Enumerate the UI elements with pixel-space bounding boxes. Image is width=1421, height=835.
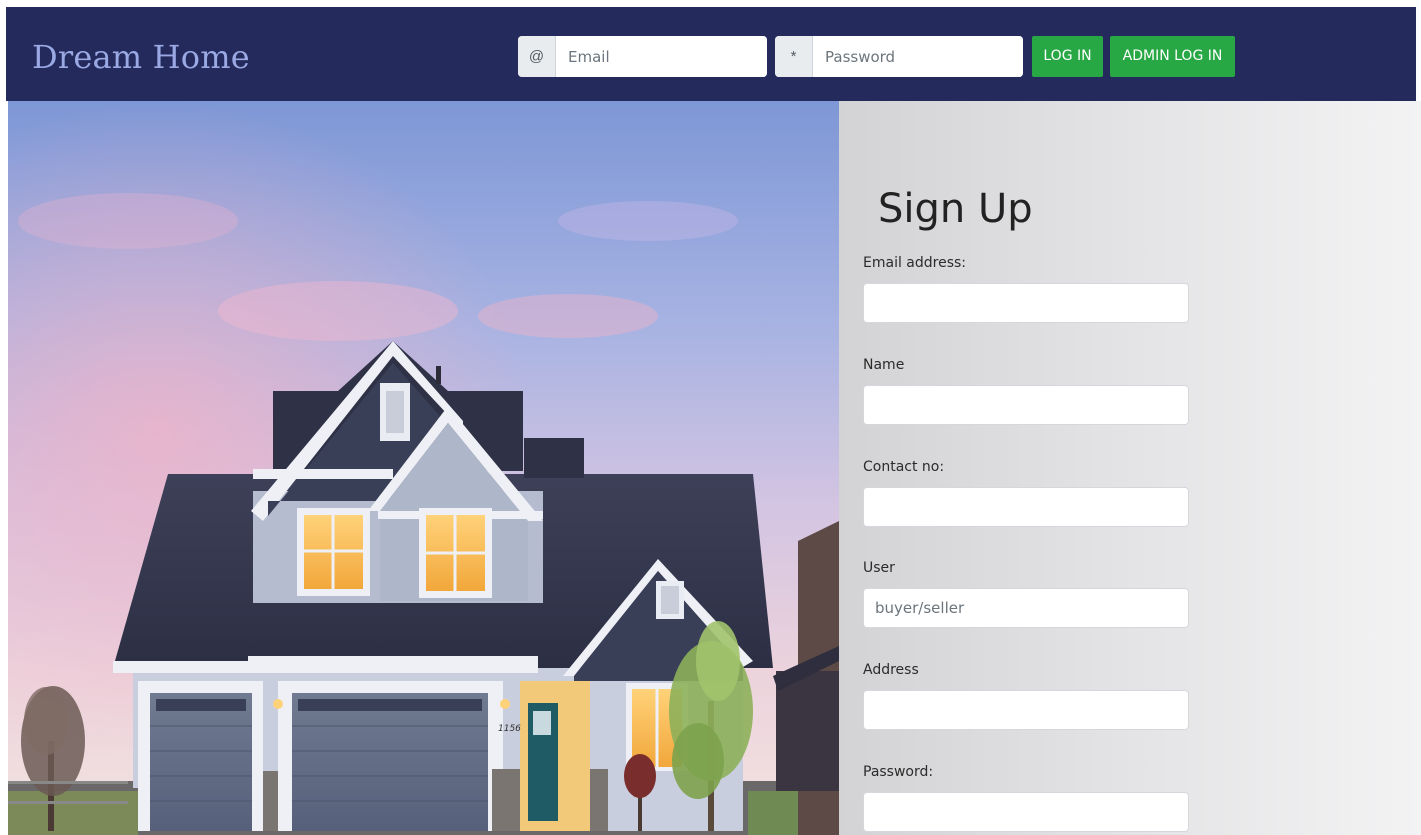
address-label: Address [863, 662, 919, 678]
login-button[interactable]: LOG IN [1032, 36, 1103, 77]
login-email-group: @ [518, 36, 767, 77]
email-label: Email address: [863, 255, 967, 271]
signup-title: Sign Up [878, 186, 1033, 232]
house-illustration: 1156 [8, 101, 839, 835]
login-password-group: * [775, 36, 1023, 77]
at-sign-icon: @ [518, 36, 556, 77]
brand-logo[interactable]: Dream Home [32, 37, 250, 77]
page: Dream Home @ * LOG IN ADMIN LOG IN [0, 0, 1421, 835]
name-label: Name [863, 357, 905, 373]
house-number: 1156 [498, 724, 521, 734]
password-label: Password: [863, 764, 934, 780]
garage-door-right [292, 693, 488, 831]
signup-name-input[interactable] [863, 385, 1189, 425]
garage-door-left [150, 693, 252, 831]
signup-contact-input[interactable] [863, 487, 1189, 527]
login-password-input[interactable] [813, 36, 1023, 77]
asterisk-icon: * [775, 36, 813, 77]
signup-password-input[interactable] [863, 792, 1189, 832]
hero-house-image: 1156 [8, 101, 839, 835]
signup-email-input[interactable] [863, 283, 1189, 323]
signup-user-input[interactable] [863, 588, 1189, 628]
admin-login-button[interactable]: ADMIN LOG IN [1110, 36, 1235, 77]
top-navbar: Dream Home @ * LOG IN ADMIN LOG IN [6, 7, 1416, 101]
signup-panel: Sign Up Email address: Name Contact no: … [839, 101, 1421, 835]
contact-label: Contact no: [863, 459, 945, 475]
user-label: User [863, 560, 895, 576]
login-email-input[interactable] [556, 36, 767, 77]
signup-address-input[interactable] [863, 690, 1189, 730]
